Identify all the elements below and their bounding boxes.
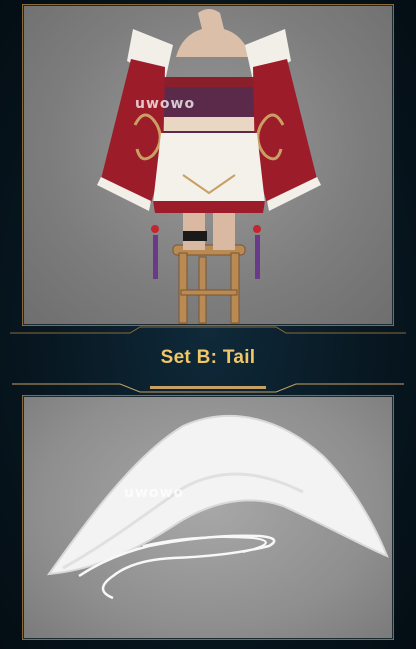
tail-photo-panel: uwowo bbox=[22, 395, 394, 640]
fox-tail-image bbox=[46, 414, 389, 600]
section-header: Set B: Tail bbox=[0, 326, 416, 394]
costume-photo-panel: uwowo bbox=[22, 4, 394, 326]
costume-on-mannequin-image bbox=[97, 9, 321, 324]
watermark-text: uwowo bbox=[124, 485, 185, 501]
section-title: Set B: Tail bbox=[160, 347, 256, 368]
watermark-text: uwowo bbox=[135, 96, 196, 112]
